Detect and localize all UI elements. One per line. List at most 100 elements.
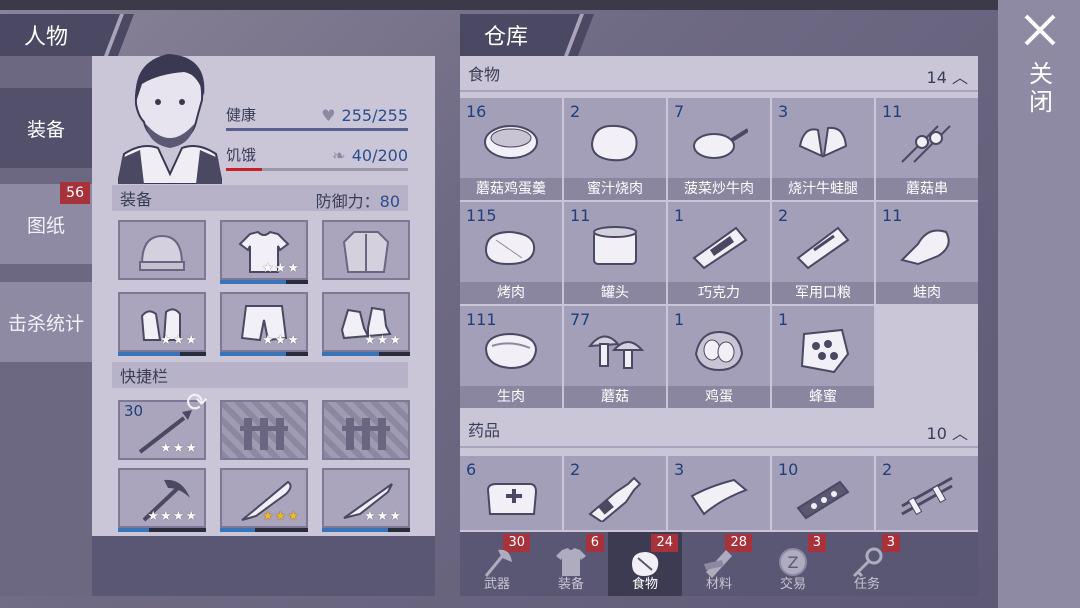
tab-weapons[interactable]: 30 武器 bbox=[460, 532, 534, 596]
medicine-category-count: 10 ︿ bbox=[927, 420, 968, 444]
survivor-portrait bbox=[118, 54, 222, 184]
health-label: 健康 bbox=[226, 106, 257, 124]
quick-slot-2-locked[interactable] bbox=[220, 400, 308, 460]
hunger-value: ❧ 40/200 bbox=[332, 146, 408, 165]
food-item-frog-meat[interactable]: 11 蛙肉 bbox=[876, 202, 978, 304]
food-item-canned[interactable]: 11 罐头 bbox=[564, 202, 666, 304]
character-panel: 健康 ♥ 255/255 饥饿 ❧ 40/200 装备 防御力：80 ★★★ ★★★ bbox=[92, 54, 435, 596]
food-item-honey-roast[interactable]: 2 蜜汁烧肉 bbox=[564, 98, 666, 200]
item-name: 蜂蜜 bbox=[772, 386, 874, 408]
collapse-icon: ︿ bbox=[951, 424, 968, 443]
health-bar-fill bbox=[226, 128, 408, 131]
medicine-item-first-aid[interactable]: 6 bbox=[460, 456, 562, 530]
chocolate-bar-icon bbox=[692, 226, 748, 270]
food-item-spinach-beef[interactable]: 7 菠菜炒牛肉 bbox=[668, 98, 770, 200]
equip-slot-pants[interactable]: ★★★ bbox=[220, 292, 308, 356]
quick-slot-6[interactable]: ★★★ bbox=[322, 468, 410, 532]
character-panel-body: 健康 ♥ 255/255 饥饿 ❧ 40/200 装备 防御力：80 ★★★ ★★★ bbox=[92, 54, 435, 536]
quickbar-label: 快捷栏 bbox=[120, 367, 169, 386]
equip-slot-shirt[interactable]: ★★★ bbox=[220, 220, 308, 284]
medicine-item-pills[interactable]: 10 bbox=[772, 456, 874, 530]
medicine-item-splint[interactable]: 2 bbox=[876, 456, 978, 530]
item-name: 军用口粮 bbox=[772, 282, 874, 304]
lock-fence-icon bbox=[240, 418, 288, 450]
character-header: 人物 bbox=[0, 14, 134, 56]
food-item-mushroom-egg-custard[interactable]: 16 蘑菇鸡蛋羹 bbox=[460, 98, 562, 200]
item-count: 1 bbox=[778, 310, 789, 329]
quick-slot-4-fill bbox=[118, 528, 149, 532]
equip-slot-jacket[interactable] bbox=[322, 220, 410, 280]
tab-trade[interactable]: 3 Z 交易 bbox=[756, 532, 830, 596]
food-item-raw-meat[interactable]: 111 生肉 bbox=[460, 306, 562, 408]
medicine-category-header[interactable]: 药品 10 ︿ bbox=[460, 412, 978, 448]
equipment-section-header: 装备 防御力：80 bbox=[112, 185, 408, 211]
quick-slot-4-stars: ★★★★ bbox=[147, 509, 198, 524]
item-name: 生肉 bbox=[460, 386, 562, 408]
pants-durability-bar bbox=[220, 352, 308, 356]
equip-slot-gloves[interactable]: ★★★ bbox=[118, 292, 206, 356]
food-category-header[interactable]: 食物 14 ︿ bbox=[460, 56, 978, 92]
food-item-mushroom-skewer[interactable]: 11 蘑菇串 bbox=[876, 98, 978, 200]
item-name: 烤肉 bbox=[460, 282, 562, 304]
item-name: 蘑菇鸡蛋羹 bbox=[460, 178, 562, 200]
warehouse-header-label: 仓库 bbox=[484, 25, 529, 50]
tab-quests-label: 任务 bbox=[853, 577, 880, 592]
item-count: 1 bbox=[674, 310, 685, 329]
quick-slot-5[interactable]: ★★★ bbox=[220, 468, 308, 532]
close-label[interactable]: 关闭 bbox=[1028, 60, 1054, 116]
skewer-icon bbox=[901, 125, 951, 163]
food-category-label: 食物 bbox=[468, 65, 501, 84]
frog-legs-icon bbox=[798, 126, 848, 158]
food-category-count: 14 ︿ bbox=[927, 64, 968, 88]
item-count: 2 bbox=[570, 102, 581, 121]
tab-quests-badge: 3 bbox=[881, 534, 900, 552]
swap-icon[interactable]: ⟳ bbox=[186, 388, 208, 418]
quick-slot-3-locked[interactable] bbox=[322, 400, 410, 460]
gloves-durability-fill bbox=[118, 352, 180, 356]
tab-kill-stats[interactable]: 击杀统计 bbox=[0, 282, 92, 362]
close-icon[interactable] bbox=[1022, 12, 1058, 48]
defense-label: 防御力： bbox=[315, 192, 380, 211]
quick-slot-5-fill bbox=[220, 528, 256, 532]
mushroom-icon bbox=[587, 335, 644, 369]
warehouse-header: 仓库 bbox=[460, 14, 594, 56]
item-name: 蛙肉 bbox=[876, 282, 978, 304]
food-item-chocolate[interactable]: 1 巧克力 bbox=[668, 202, 770, 304]
tab-blueprints[interactable]: 图纸 56 bbox=[0, 182, 92, 264]
svg-text:Z: Z bbox=[788, 553, 799, 572]
raw-meat-icon bbox=[484, 332, 538, 370]
ration-pack-icon bbox=[796, 226, 850, 270]
tab-quests[interactable]: 3 任务 bbox=[830, 532, 904, 596]
item-count: 7 bbox=[674, 102, 685, 121]
first-aid-bag-icon bbox=[486, 483, 538, 515]
quick-slot-5-stars: ★★★ bbox=[262, 509, 300, 524]
roast-meat-icon bbox=[590, 124, 638, 162]
food-item-ration[interactable]: 2 军用口粮 bbox=[772, 202, 874, 304]
equip-slot-head[interactable] bbox=[118, 220, 206, 280]
item-name: 巧克力 bbox=[668, 282, 770, 304]
food-item-egg[interactable]: 1 鸡蛋 bbox=[668, 306, 770, 408]
tab-gear[interactable]: 6 装备 bbox=[534, 532, 608, 596]
equipment-section-label: 装备 bbox=[120, 190, 153, 209]
food-item-grilled-meat[interactable]: 115 烤肉 bbox=[460, 202, 562, 304]
honeycomb-icon bbox=[800, 328, 850, 374]
food-item-mushroom[interactable]: 77 蘑菇 bbox=[564, 306, 666, 408]
quick-slot-1[interactable]: 30 ⟳ ★★★ bbox=[118, 388, 208, 460]
quick-slot-6-fill bbox=[322, 528, 388, 532]
shoes-durability-fill bbox=[322, 352, 380, 356]
shoes-durability-bar bbox=[322, 352, 410, 356]
tab-food-label: 食物 bbox=[631, 577, 658, 592]
medicine-item-bandage[interactable]: 3 bbox=[668, 456, 770, 530]
tab-materials[interactable]: 28 材料 bbox=[682, 532, 756, 596]
medicine-item-bottle[interactable]: 2 bbox=[564, 456, 666, 530]
quick-slot-6-bar bbox=[322, 528, 410, 532]
tab-equipment[interactable]: 装备 bbox=[0, 88, 92, 168]
equip-slot-shoes[interactable]: ★★★ bbox=[322, 292, 410, 356]
tab-gear-badge: 6 bbox=[585, 534, 604, 552]
tab-food[interactable]: 24 食物 bbox=[608, 532, 682, 596]
quick-slot-4[interactable]: ★★★★ bbox=[118, 468, 206, 532]
steak-icon bbox=[484, 230, 536, 266]
food-item-frog-legs[interactable]: 3 烧汁牛蛙腿 bbox=[772, 98, 874, 200]
food-item-honey[interactable]: 1 蜂蜜 bbox=[772, 306, 874, 408]
tab-blueprints-label: 图纸 bbox=[26, 214, 65, 237]
